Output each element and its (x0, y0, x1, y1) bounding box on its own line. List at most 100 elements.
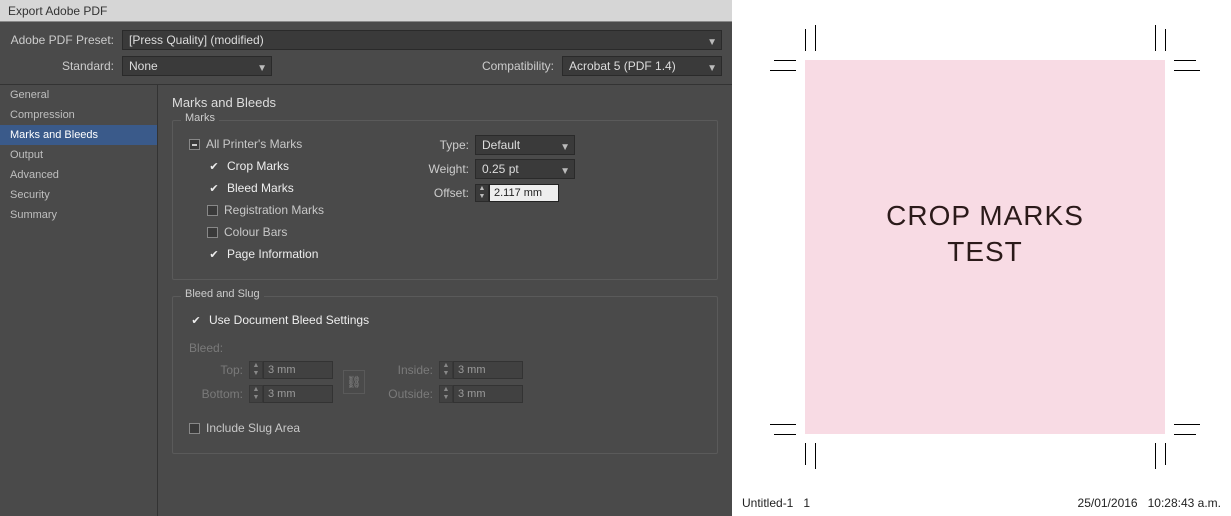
standard-select[interactable]: None ▼ (122, 56, 272, 76)
include-slug-area-checkbox[interactable]: Include Slug Area (185, 417, 705, 439)
bleed-mark (805, 443, 806, 465)
crop-mark (1174, 70, 1200, 71)
bleed-slug-legend: Bleed and Slug (181, 288, 264, 300)
checkmark-icon: ✔ (189, 314, 203, 327)
bleed-outside-input: 3 mm (453, 385, 523, 403)
compat-select[interactable]: Acrobat 5 (PDF 1.4) ▼ (562, 56, 722, 76)
bleed-mark (774, 434, 796, 435)
crop-marks-checkbox[interactable]: ✔ Crop Marks (185, 155, 405, 177)
standard-value: None (129, 59, 158, 73)
weight-value: 0.25 pt (482, 162, 519, 176)
date: 25/01/2016 (1078, 496, 1138, 510)
bleed-slug-group: Bleed and Slug ✔ Use Document Bleed Sett… (172, 296, 718, 454)
bleed-top-label: Top: (185, 363, 249, 377)
bleed-mark (774, 60, 796, 61)
compat-label: Compatibility: (482, 59, 562, 73)
sidebar-item-compression[interactable]: Compression (0, 105, 157, 125)
crop-mark (1174, 424, 1200, 425)
spinner-icon: ▲▼ (249, 361, 263, 379)
colour-bars-checkbox[interactable]: Colour Bars (185, 221, 405, 243)
docname: Untitled-1 (742, 496, 793, 510)
weight-label: Weight: (405, 162, 475, 176)
panel: Marks and Bleeds Marks All Printer's Mar… (158, 85, 732, 516)
compat-value: Acrobat 5 (PDF 1.4) (569, 59, 676, 73)
weight-select[interactable]: 0.25 pt ▼ (475, 159, 575, 179)
bleed-bottom-input: 3 mm (263, 385, 333, 403)
crop-mark (1155, 25, 1156, 51)
spinner-icon[interactable]: ▲▼ (475, 184, 489, 202)
page-text-line1: CROP MARKS (805, 200, 1165, 232)
type-select[interactable]: Default ▼ (475, 135, 575, 155)
page-information-label: Page Information (227, 247, 318, 261)
sidebar-item-marks-and-bleeds[interactable]: Marks and Bleeds (0, 125, 157, 145)
bleed-mark (805, 29, 806, 51)
spinner-icon: ▲▼ (439, 385, 453, 403)
registration-marks-checkbox[interactable]: Registration Marks (185, 199, 405, 221)
crop-mark (770, 424, 796, 425)
checkbox-empty-icon (189, 423, 200, 434)
document-preview: CROP MARKS TEST Untitled-1 1 25/01/2016 … (732, 0, 1231, 516)
chevron-down-icon: ▼ (707, 60, 717, 78)
bleed-label: Bleed: (189, 341, 705, 355)
preset-value: [Press Quality] (modified) (129, 33, 264, 47)
all-printers-marks-label: All Printer's Marks (206, 137, 302, 151)
window-title: Export Adobe PDF (0, 0, 732, 22)
preset-row: Adobe PDF Preset: [Press Quality] (modif… (0, 22, 732, 54)
dialog-body: General Compression Marks and Bleeds Out… (0, 84, 732, 516)
sidebar-item-output[interactable]: Output (0, 145, 157, 165)
spinner-icon: ▲▼ (439, 361, 453, 379)
include-slug-area-label: Include Slug Area (206, 421, 300, 435)
bleed-bottom-label: Bottom: (185, 387, 249, 401)
marks-group: Marks All Printer's Marks ✔ Crop Marks ✔ (172, 120, 718, 280)
chevron-down-icon: ▼ (707, 34, 717, 52)
bleed-mark (1165, 443, 1166, 465)
standard-compat-row: Standard: None ▼ Compatibility: Acrobat … (0, 54, 732, 84)
chevron-down-icon: ▼ (560, 139, 570, 157)
offset-label: Offset: (405, 186, 475, 200)
preset-select[interactable]: [Press Quality] (modified) ▼ (122, 30, 722, 50)
crop-mark (815, 443, 816, 469)
page-info-docname: Untitled-1 1 (742, 496, 810, 510)
checkmark-icon: ✔ (207, 182, 221, 195)
link-icon: ⛓ (343, 370, 365, 394)
spinner-icon: ▲▼ (249, 385, 263, 403)
bleed-inside-label: Inside: (375, 363, 439, 377)
crop-mark (1155, 443, 1156, 469)
all-printers-marks-checkbox[interactable]: All Printer's Marks (185, 133, 405, 155)
checkbox-mixed-icon (189, 139, 200, 150)
sidebar: General Compression Marks and Bleeds Out… (0, 85, 158, 516)
bleed-marks-checkbox[interactable]: ✔ Bleed Marks (185, 177, 405, 199)
use-document-bleed-label: Use Document Bleed Settings (209, 313, 369, 327)
bleed-grid: Top: ▲▼3 mm Bottom: ▲▼3 mm ⛓ Inside: ▲▼3… (185, 361, 705, 403)
checkbox-empty-icon (207, 227, 218, 238)
colour-bars-label: Colour Bars (224, 225, 287, 239)
offset-stepper[interactable]: ▲▼ 2.117 mm (475, 184, 559, 202)
bleed-outside-label: Outside: (375, 387, 439, 401)
checkmark-icon: ✔ (207, 248, 221, 261)
chevron-down-icon: ▼ (560, 163, 570, 181)
chevron-down-icon: ▼ (257, 60, 267, 78)
page-information-checkbox[interactable]: ✔ Page Information (185, 243, 405, 265)
type-value: Default (482, 138, 520, 152)
registration-marks-label: Registration Marks (224, 203, 324, 217)
use-document-bleed-checkbox[interactable]: ✔ Use Document Bleed Settings (185, 309, 705, 331)
marks-legend: Marks (181, 112, 219, 124)
standard-label: Standard: (10, 59, 122, 73)
crop-mark (770, 70, 796, 71)
page-info-datetime: 25/01/2016 10:28:43 a.m. (1078, 496, 1221, 510)
checkbox-empty-icon (207, 205, 218, 216)
sidebar-item-general[interactable]: General (0, 85, 157, 105)
sidebar-item-advanced[interactable]: Advanced (0, 165, 157, 185)
sidebar-item-summary[interactable]: Summary (0, 205, 157, 225)
checkmark-icon: ✔ (207, 160, 221, 173)
time: 10:28:43 a.m. (1148, 496, 1221, 510)
crop-mark (815, 25, 816, 51)
page-text-line2: TEST (805, 236, 1165, 268)
bleed-marks-label: Bleed Marks (227, 181, 294, 195)
preset-label: Adobe PDF Preset: (10, 33, 122, 47)
pagenum: 1 (803, 496, 810, 510)
bleed-mark (1165, 29, 1166, 51)
offset-input[interactable]: 2.117 mm (489, 184, 559, 202)
sidebar-item-security[interactable]: Security (0, 185, 157, 205)
bleed-mark (1174, 60, 1196, 61)
